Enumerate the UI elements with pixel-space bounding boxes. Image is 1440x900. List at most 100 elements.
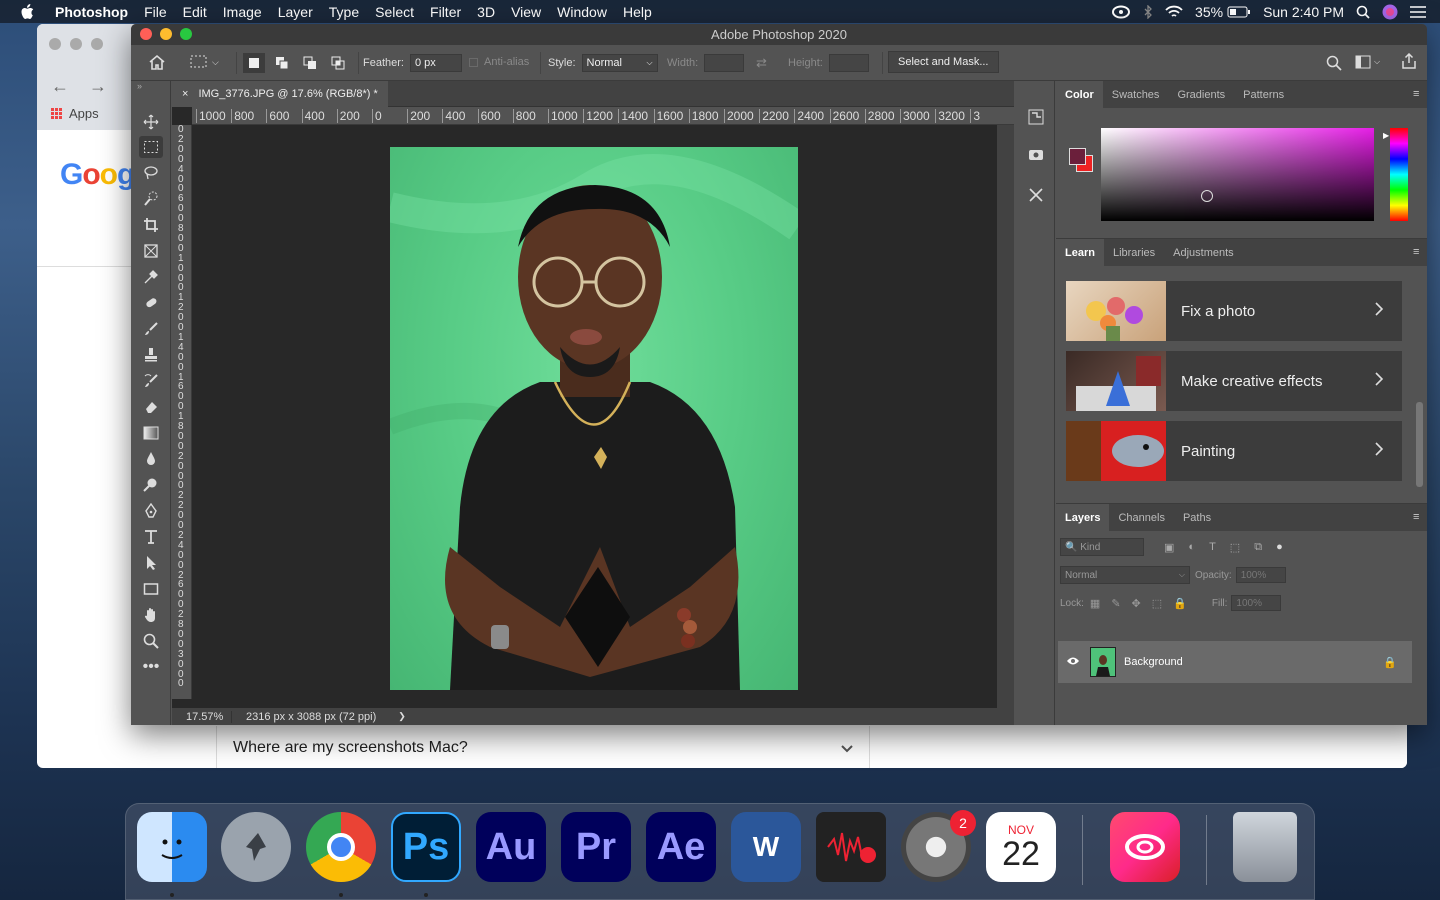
canvas-scrollbar[interactable] [997, 125, 1014, 708]
filter-toggle-icon[interactable]: ● [1276, 541, 1283, 554]
menu-window[interactable]: Window [549, 4, 615, 20]
width-input[interactable] [704, 54, 745, 72]
blur-tool-icon[interactable] [139, 448, 163, 470]
lock-position-icon[interactable]: ✥ [1132, 597, 1141, 610]
panel-menu-icon[interactable]: ≡ [1413, 246, 1423, 258]
menu-app-name[interactable]: Photoshop [47, 4, 136, 20]
menu-file[interactable]: File [136, 4, 175, 20]
home-icon[interactable] [148, 54, 166, 73]
tab-libraries[interactable]: Libraries [1104, 239, 1164, 266]
zoom-window-button[interactable] [180, 28, 192, 40]
dodge-tool-icon[interactable] [139, 474, 163, 496]
panel-menu-icon[interactable]: ≡ [1413, 88, 1423, 100]
wifi-icon[interactable] [1165, 5, 1183, 18]
menu-help[interactable]: Help [615, 4, 660, 20]
type-filter-icon[interactable]: T [1209, 541, 1216, 554]
menu-filter[interactable]: Filter [422, 4, 469, 20]
workspace-switcher[interactable]: ⌵ [1355, 55, 1380, 69]
audition-dock-icon[interactable]: Au [476, 812, 546, 882]
feather-input[interactable]: 0 px [409, 54, 462, 72]
layer-name[interactable]: Background [1124, 656, 1183, 668]
faq-question-row[interactable]: Where are my screenshots Mac? [216, 726, 870, 768]
menu-type[interactable]: Type [321, 4, 367, 20]
lock-transparent-icon[interactable]: ▦ [1090, 597, 1100, 610]
style-select[interactable]: Normal ⌵ [581, 54, 658, 72]
blend-mode-select[interactable]: Normal ⌵ [1060, 566, 1190, 584]
type-tool-icon[interactable] [139, 526, 163, 548]
path-selection-icon[interactable] [139, 552, 163, 574]
gradient-tool-icon[interactable] [139, 422, 163, 444]
menu-select[interactable]: Select [367, 4, 422, 20]
photoshop-dock-icon[interactable]: Ps [391, 812, 461, 882]
minimize-window-button[interactable] [160, 28, 172, 40]
hue-slider-marker[interactable]: ▶ [1383, 131, 1389, 140]
notification-center-icon[interactable] [1410, 5, 1426, 18]
quick-selection-icon[interactable] [139, 188, 163, 210]
add-selection-icon[interactable] [271, 53, 293, 73]
zoom-tool-icon[interactable] [139, 630, 163, 652]
subtract-selection-icon[interactable] [299, 53, 321, 73]
rectangular-marquee-icon[interactable] [139, 136, 163, 158]
zoom-level[interactable]: 17.57% [172, 710, 232, 723]
back-arrow-icon[interactable]: ← [51, 76, 69, 97]
tab-color[interactable]: Color [1056, 81, 1103, 108]
document-image[interactable] [390, 147, 798, 690]
learn-panel-scrollbar[interactable] [1416, 402, 1423, 487]
close-tab-icon[interactable]: × [182, 88, 188, 100]
swap-dimensions-icon[interactable]: ⇄ [756, 55, 767, 71]
opacity-input[interactable]: 100% [1235, 567, 1286, 583]
crop-tool-icon[interactable] [139, 214, 163, 236]
healing-brush-icon[interactable] [139, 292, 163, 314]
tab-patterns[interactable]: Patterns [1234, 81, 1293, 108]
search-icon[interactable] [1326, 55, 1342, 74]
tab-adjustments[interactable]: Adjustments [1164, 239, 1243, 266]
expand-panel-icon[interactable]: » [137, 81, 142, 91]
learn-card-fix-photo[interactable]: Fix a photo [1066, 281, 1402, 341]
clone-stamp-icon[interactable] [139, 344, 163, 366]
tab-gradients[interactable]: Gradients [1168, 81, 1234, 108]
tab-learn[interactable]: Learn [1056, 239, 1104, 266]
lock-all-icon[interactable]: 🔒 [1173, 597, 1187, 610]
learn-card-painting[interactable]: Painting [1066, 421, 1402, 481]
creative-cloud-menu-icon[interactable] [1111, 5, 1131, 19]
history-brush-icon[interactable] [139, 370, 163, 392]
menubar-clock[interactable]: Sun 2:40 PM [1263, 4, 1344, 20]
trash-icon[interactable] [1233, 812, 1297, 882]
share-icon[interactable] [1401, 52, 1417, 72]
forward-arrow-icon[interactable]: → [89, 76, 107, 97]
word-dock-icon[interactable]: W [731, 812, 801, 882]
lasso-tool-icon[interactable] [139, 162, 163, 184]
menu-image[interactable]: Image [215, 4, 270, 20]
lock-image-icon[interactable]: ✎ [1111, 597, 1120, 610]
google-logo[interactable]: Goog [60, 158, 135, 192]
intersect-selection-icon[interactable] [327, 53, 349, 73]
new-selection-icon[interactable] [243, 53, 265, 73]
menu-edit[interactable]: Edit [175, 4, 215, 20]
height-input[interactable] [828, 54, 869, 72]
select-and-mask-button[interactable]: Select and Mask... [888, 51, 999, 73]
voice-memos-icon[interactable] [816, 812, 886, 882]
panel-menu-icon[interactable]: ≡ [1413, 511, 1423, 523]
move-tool-icon[interactable] [139, 111, 163, 133]
finder-icon[interactable] [137, 812, 207, 882]
eraser-icon[interactable] [139, 396, 163, 418]
hue-slider[interactable] [1390, 128, 1408, 221]
spotlight-search-icon[interactable] [1356, 5, 1370, 19]
hand-tool-icon[interactable] [139, 604, 163, 626]
canvas[interactable] [192, 125, 997, 708]
pixel-filter-icon[interactable]: ▣ [1164, 541, 1174, 554]
shape-filter-icon[interactable]: ⬚ [1230, 541, 1240, 554]
layer-filter-kind[interactable]: 🔍 Kind [1060, 538, 1144, 556]
tab-layers[interactable]: Layers [1056, 504, 1110, 531]
document-tab[interactable]: × IMG_3776.JPG @ 17.6% (RGB/8*) * [172, 80, 388, 107]
bookmarks-apps[interactable]: Apps [51, 106, 99, 121]
frame-tool-icon[interactable] [139, 240, 163, 262]
battery-status[interactable]: 35% [1195, 4, 1251, 20]
chevron-down-icon[interactable] [841, 740, 853, 756]
color-panel-fg-swatch[interactable] [1069, 148, 1086, 165]
smart-object-filter-icon[interactable]: ⧉ [1254, 541, 1262, 554]
menu-view[interactable]: View [503, 4, 549, 20]
chrome-icon[interactable] [306, 812, 376, 882]
premiere-dock-icon[interactable]: Pr [561, 812, 631, 882]
close-window-button[interactable] [140, 28, 152, 40]
